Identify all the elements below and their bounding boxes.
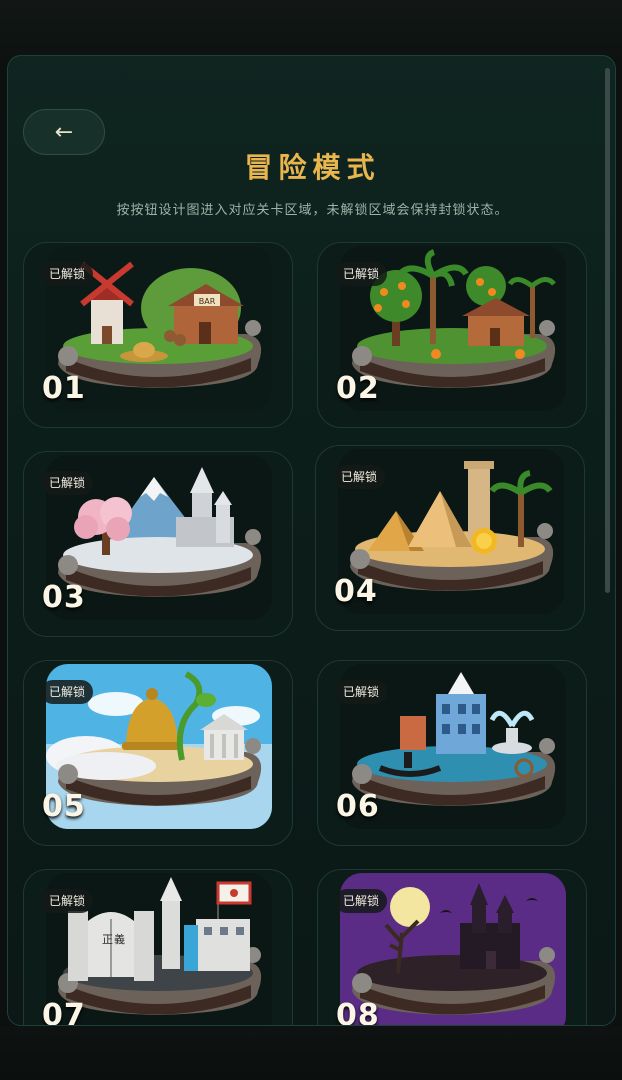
status-badge: 已解锁 <box>335 889 388 913</box>
level-card-03[interactable]: 已解锁 03 <box>23 451 293 637</box>
level-number: 08 <box>336 998 380 1026</box>
status-badge: 已解锁 <box>41 680 94 704</box>
status-badge: 已解锁 <box>333 465 386 489</box>
level-number: 01 <box>42 371 86 406</box>
svg-text:義: 義 <box>114 932 125 946</box>
level-card-08[interactable]: 已解锁 08 <box>317 869 587 1026</box>
adventure-panel: ← 冒险模式 按按钮设计图进入对应关卡区域，未解锁区域会保持封锁状态。 BAR … <box>7 55 616 1026</box>
level-number: 04 <box>334 574 378 609</box>
page-subtitle: 按按钮设计图进入对应关卡区域，未解锁区域会保持封锁状态。 <box>116 203 509 218</box>
level-number: 03 <box>42 580 86 615</box>
page-title: 冒险模式 <box>244 151 381 184</box>
level-number: 02 <box>336 371 380 406</box>
status-badge: 已解锁 <box>41 262 94 286</box>
status-badge: 已解锁 <box>41 471 94 495</box>
svg-text:BAR: BAR <box>199 297 216 306</box>
bottom-bar <box>0 1026 622 1080</box>
svg-text:正: 正 <box>102 933 113 946</box>
back-arrow-icon: ← <box>54 119 74 145</box>
level-number: 05 <box>42 789 86 824</box>
level-number: 07 <box>42 998 86 1026</box>
level-card-01[interactable]: BAR 已解锁 01 <box>23 242 293 428</box>
level-number: 06 <box>336 789 380 824</box>
top-background <box>0 0 622 60</box>
level-card-05[interactable]: 已解锁 05 <box>23 660 293 846</box>
level-card-02[interactable]: 已解锁 02 <box>317 242 587 428</box>
status-badge: 已解锁 <box>335 680 388 704</box>
level-card-07[interactable]: 正 義 已解锁 07 <box>23 869 293 1026</box>
status-badge: 已解锁 <box>41 889 94 913</box>
level-card-06[interactable]: 已解锁 06 <box>317 660 587 846</box>
status-badge: 已解锁 <box>335 262 388 286</box>
level-card-04[interactable]: 已解锁 04 <box>315 445 585 631</box>
